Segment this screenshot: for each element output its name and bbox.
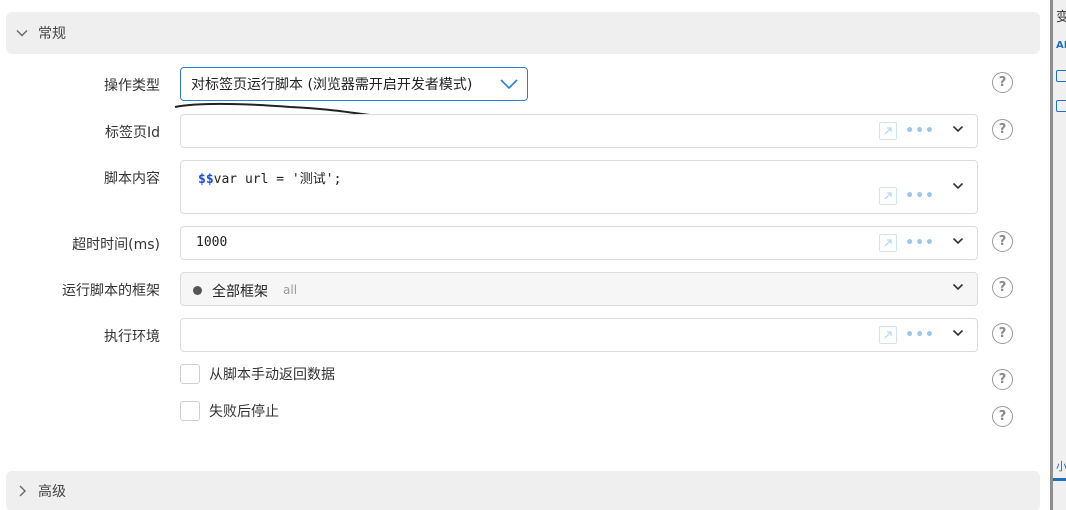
right-panel-bottom-tab[interactable]: 小文 [1056, 458, 1066, 474]
section-advanced-header[interactable]: 高级 [6, 471, 1040, 510]
more-options-icon[interactable]: ••• [905, 328, 935, 342]
active-tab-indicator [1053, 478, 1066, 481]
chevron-down-icon [952, 182, 964, 190]
right-side-panel: 变 AB 小文 [1050, 0, 1066, 510]
script-content-value: $$var url = '测试'; [198, 168, 341, 187]
script-code: var url = '测试'; [213, 172, 342, 187]
env-help-icon[interactable]: ? [992, 323, 1013, 344]
expand-editor-icon[interactable] [879, 234, 898, 252]
timeout-help-icon[interactable]: ? [992, 231, 1013, 252]
checkbox-type-icon[interactable] [1056, 70, 1066, 82]
chevron-right-icon [6, 484, 38, 498]
section-general-title: 常规 [38, 26, 66, 42]
timeout-dropdown-button[interactable] [939, 234, 977, 248]
right-panel-tab-label[interactable]: 变 [1056, 6, 1066, 25]
timeout-label: 超时时间(ms) [72, 237, 160, 253]
more-options-icon[interactable]: ••• [905, 124, 935, 138]
expand-editor-icon[interactable] [879, 326, 898, 344]
chevron-down-icon [6, 26, 38, 40]
frame-help-icon[interactable]: ? [992, 277, 1013, 298]
text-type-icon[interactable]: AB [1056, 40, 1066, 51]
stop-on-fail-label: 失败后停止 [209, 404, 279, 420]
frame-dropdown-button[interactable] [939, 280, 977, 294]
env-dropdown-button[interactable] [939, 326, 977, 340]
chevron-down-icon [952, 329, 964, 337]
manual-return-label: 从脚本手动返回数据 [209, 367, 335, 383]
chevron-down-icon [952, 283, 964, 291]
variable-prefix: $$ [198, 172, 214, 187]
frame-value: 全部框架 [212, 284, 268, 300]
chevron-down-icon [952, 237, 964, 245]
expand-editor-icon[interactable] [879, 122, 898, 140]
frame-label: 运行脚本的框架 [62, 283, 160, 299]
tab-id-dropdown-button[interactable] [939, 122, 977, 136]
chevron-down-icon [952, 125, 964, 133]
env-field[interactable]: ••• [180, 318, 978, 352]
frame-indicator-dot [193, 286, 202, 295]
tab-id-field[interactable]: ••• [180, 114, 978, 148]
env-label: 执行环境 [104, 329, 160, 345]
more-options-icon[interactable]: ••• [905, 236, 935, 250]
section-advanced-title: 高级 [38, 484, 66, 500]
stop-on-fail-row[interactable]: 失败后停止 [180, 401, 279, 421]
operation-type-value: 对标签页运行脚本 (浏览器需开启开发者模式) [191, 77, 473, 93]
timeout-value: 1000 [196, 235, 228, 250]
manual-return-checkbox[interactable] [180, 364, 200, 384]
script-content-label: 脚本内容 [104, 171, 160, 187]
section-general-header[interactable]: 常规 [6, 12, 1040, 54]
stop-on-fail-checkbox[interactable] [180, 401, 200, 421]
manual-return-row[interactable]: 从脚本手动返回数据 [180, 364, 335, 384]
chevron-down-icon [499, 75, 519, 97]
script-dropdown-button[interactable] [939, 179, 977, 193]
stop-on-fail-help-icon[interactable]: ? [992, 406, 1013, 427]
operation-type-help-icon[interactable]: ? [992, 72, 1013, 93]
operation-type-label: 操作类型 [104, 78, 160, 94]
more-options-icon[interactable]: ••• [905, 189, 935, 203]
script-content-field[interactable]: $$var url = '测试'; ••• [180, 160, 978, 214]
tab-id-label: 标签页Id [104, 125, 160, 141]
frame-sub-value: all [283, 283, 298, 297]
manual-return-help-icon[interactable]: ? [992, 369, 1013, 390]
tab-id-help-icon[interactable]: ? [992, 119, 1013, 140]
frame-select[interactable]: 全部框架 all [180, 272, 978, 306]
timeout-field[interactable]: 1000 ••• [180, 226, 978, 260]
checkbox-type-icon-2[interactable] [1056, 100, 1066, 112]
node-properties-panel: 常规 操作类型 对标签页运行脚本 (浏览器需开启开发者模式) ? 标签页Id •… [0, 0, 1066, 510]
operation-type-select[interactable]: 对标签页运行脚本 (浏览器需开启开发者模式) [180, 67, 528, 101]
expand-editor-icon[interactable] [879, 187, 898, 205]
